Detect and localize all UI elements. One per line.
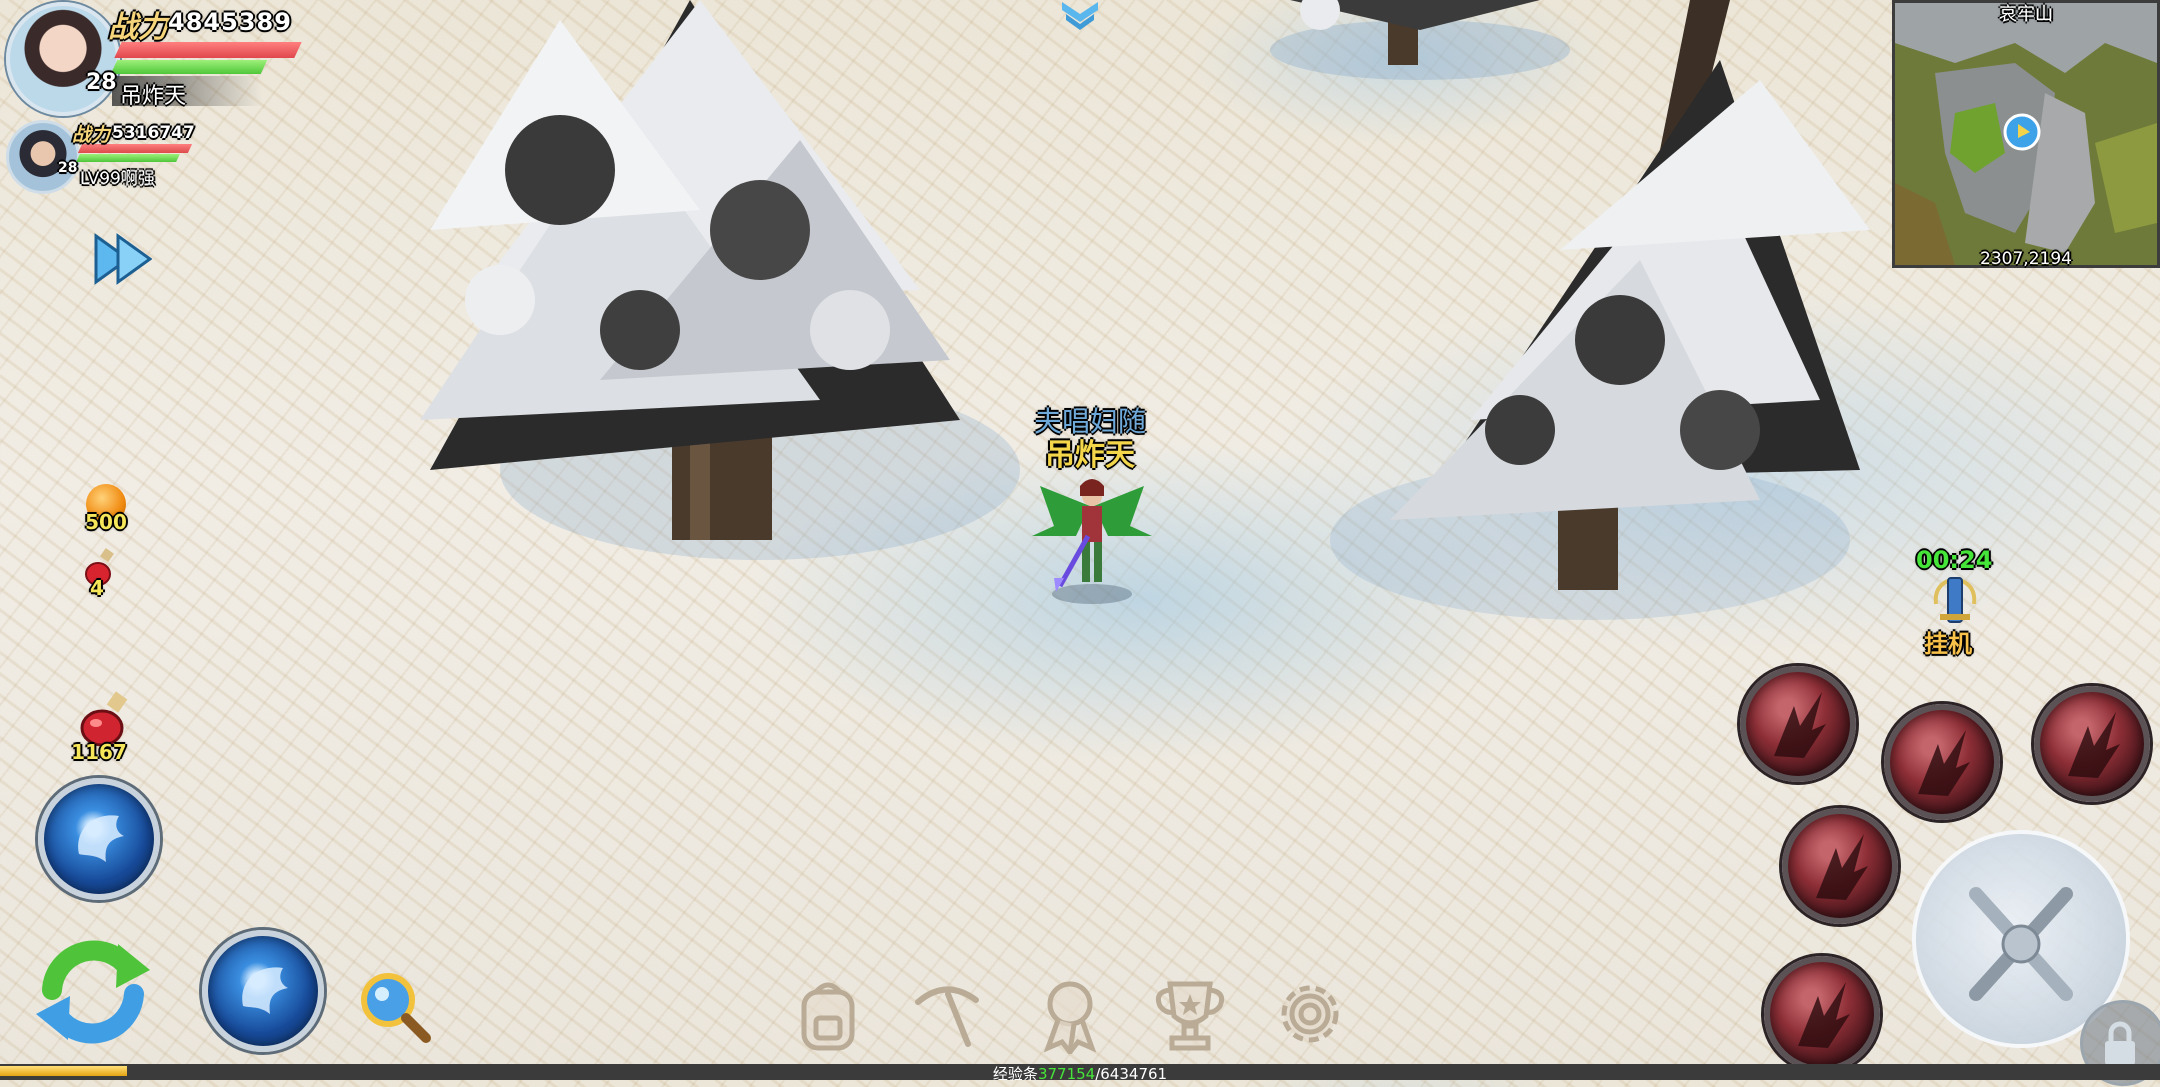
medal-icon[interactable] [1030, 974, 1110, 1054]
settings-gear-icon[interactable] [1270, 974, 1350, 1054]
pet-avatar[interactable] [6, 120, 80, 194]
map-area-name: 哀牢山 [1999, 4, 2053, 25]
exp-current: 377154 [1037, 1065, 1096, 1083]
skill-silhouette-icon [1774, 692, 1826, 758]
item-count: 1167 [71, 740, 127, 764]
skill-silhouette-icon [2068, 712, 2120, 778]
skill-silhouette-icon [1816, 834, 1868, 900]
backpack-icon[interactable] [788, 974, 868, 1054]
pet-mp-bar [76, 154, 180, 162]
skill-button-1[interactable] [1740, 666, 1856, 782]
pickaxe-icon[interactable] [906, 974, 986, 1054]
dragon-skill-button[interactable] [38, 778, 160, 900]
refresh-icon[interactable] [32, 930, 154, 1050]
dragon-skill-button-2[interactable] [202, 930, 324, 1052]
map-coordinates: 2307,2194 [1980, 249, 2072, 269]
pet-name: LV99啊强 [80, 169, 155, 189]
dragon-head-icon [78, 815, 124, 862]
player-power-value: 4845389 [168, 8, 292, 36]
skill-button-3[interactable] [2034, 686, 2150, 802]
skill-silhouette-icon [1918, 730, 1970, 796]
chevron-down-icon[interactable] [1060, 0, 1100, 34]
skill-button-5[interactable] [1764, 956, 1880, 1072]
skill-button-2[interactable] [1884, 704, 2000, 820]
exp-label-text: 经验条 [992, 1065, 1038, 1083]
pet-power-label: 战力 [72, 124, 111, 146]
expand-arrow-icon[interactable] [92, 232, 152, 286]
auto-battle-timer: 00:24 [1916, 546, 1993, 574]
player-character[interactable] [1020, 466, 1160, 606]
auto-battle-label[interactable]: 挂机 [1924, 624, 1972, 659]
skill-silhouette-icon [1798, 982, 1850, 1048]
player-avatar[interactable] [6, 2, 120, 116]
item-count: 500 [85, 510, 127, 534]
player-level: 28 [86, 70, 117, 95]
exp-max: 6434761 [1100, 1065, 1168, 1083]
pet-power-value: 5316747 [112, 123, 195, 143]
auto-battle-icon[interactable] [1930, 574, 1980, 630]
skill-button-4[interactable] [1782, 808, 1898, 924]
player-name: 吊炸天 [120, 84, 187, 109]
player-location-marker-icon [2003, 113, 2041, 151]
item-count: 4 [90, 576, 104, 600]
player-power-label: 战力 [108, 10, 168, 45]
dragon-head-icon [242, 967, 288, 1014]
search-icon[interactable] [354, 968, 432, 1046]
exp-bar-label: 经验条377154/6434761 [0, 1063, 2160, 1084]
trophy-icon[interactable] [1150, 974, 1230, 1054]
player-mp-bar [110, 60, 268, 74]
pet-level: 28 [58, 160, 78, 176]
